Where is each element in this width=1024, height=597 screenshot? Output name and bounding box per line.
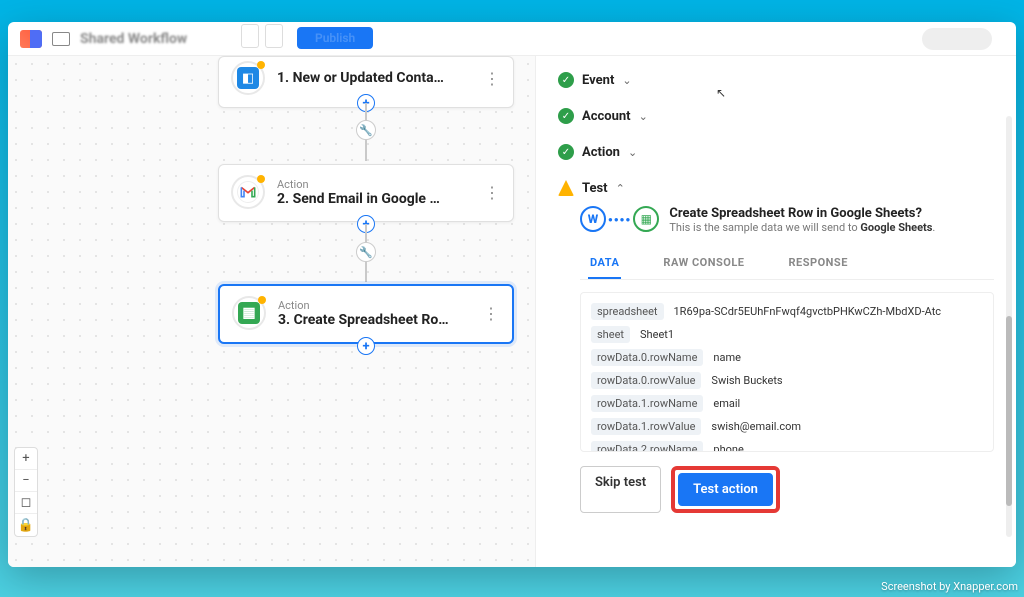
- tab-raw-console[interactable]: RAW CONSOLE: [661, 248, 746, 279]
- scrollbar-thumb[interactable]: [1006, 316, 1012, 506]
- check-icon: ✓: [558, 108, 574, 124]
- toolbar-tab[interactable]: [265, 24, 283, 48]
- tab-data[interactable]: DATA: [588, 248, 621, 279]
- test-actions: Skip test Test action: [580, 466, 994, 513]
- data-preview[interactable]: spreadsheet1R69pa-SCdr5EUhFnFwqf4gvctbPH…: [580, 292, 994, 452]
- annotation-highlight: Test action: [671, 466, 780, 513]
- data-row: rowData.2.rowNamephone: [591, 441, 983, 452]
- data-row: rowData.0.rowNamename: [591, 349, 983, 366]
- test-tabs: DATA RAW CONSOLE RESPONSE: [580, 248, 994, 280]
- data-row: rowData.1.rowValueswish@email.com: [591, 418, 983, 435]
- node-menu-icon[interactable]: ⋮: [483, 183, 501, 202]
- node-app-icon: [231, 175, 265, 209]
- zoom-controls: + − ◻ 🔒: [14, 447, 38, 537]
- section-label: Event: [582, 73, 614, 88]
- warning-icon: [558, 180, 574, 196]
- zoom-out-button[interactable]: −: [15, 470, 37, 492]
- zoom-box-icon[interactable]: ◻: [15, 492, 37, 514]
- app-icon: ◧: [237, 67, 259, 89]
- node-menu-icon[interactable]: ⋮: [482, 304, 500, 323]
- zoom-in-button[interactable]: +: [15, 448, 37, 470]
- path-settings-icon[interactable]: 🔧: [356, 242, 376, 262]
- skip-test-button[interactable]: Skip test: [580, 466, 661, 513]
- chevron-up-icon: ⌃: [616, 182, 625, 195]
- section-action[interactable]: ✓ Action ⌄: [536, 134, 1016, 170]
- test-heading: Create Spreadsheet Row in Google Sheets?: [669, 206, 935, 221]
- node-type-label: Action: [277, 178, 471, 191]
- section-test[interactable]: Test ⌃: [536, 170, 1016, 206]
- tab-response[interactable]: RESPONSE: [786, 248, 849, 279]
- workflow-title: Shared Workflow: [80, 31, 187, 47]
- section-event[interactable]: ✓ Event ⌄: [536, 62, 1016, 98]
- node-title: 3. Create Spreadsheet Ro…: [278, 312, 470, 328]
- check-icon: ✓: [558, 72, 574, 88]
- panel-scrollbar[interactable]: [1006, 116, 1012, 537]
- gmail-icon: [237, 181, 259, 203]
- section-label: Account: [582, 109, 631, 124]
- node-type-label: Action: [278, 299, 470, 312]
- app-logo-icon: [20, 30, 42, 48]
- section-account[interactable]: ✓ Account ⌄: [536, 98, 1016, 134]
- source-app-icon: W: [580, 206, 606, 232]
- step-config-panel: ✓ Event ⌄ ✓ Account ⌄ ✓ Action ⌄ Test ⌃: [536, 56, 1016, 567]
- target-app-icon: ▦: [633, 206, 659, 232]
- toolbar-tab[interactable]: [241, 24, 259, 48]
- test-section-body: W ●●●● ▦ Create Spreadsheet Row in Googl…: [536, 206, 1016, 521]
- test-action-button[interactable]: Test action: [678, 473, 773, 506]
- node-app-icon: ◧: [231, 61, 265, 95]
- workflow-canvas[interactable]: ◧ 1. New or Updated Conta… ⋮ + 🔧 Action: [8, 56, 536, 567]
- zoom-lock-icon[interactable]: 🔒: [15, 514, 37, 536]
- chevron-down-icon: ⌄: [622, 74, 631, 87]
- data-row: rowData.0.rowValueSwish Buckets: [591, 372, 983, 389]
- chevron-down-icon: ⌄: [628, 146, 637, 159]
- data-row: spreadsheet1R69pa-SCdr5EUhFnFwqf4gvctbPH…: [591, 303, 983, 320]
- node-title: 1. New or Updated Conta…: [277, 70, 471, 86]
- add-step-button[interactable]: +: [357, 337, 375, 355]
- app-chain-icon: W ●●●● ▦: [580, 206, 659, 232]
- path-settings-icon[interactable]: 🔧: [356, 120, 376, 140]
- toggle-switch[interactable]: [922, 28, 992, 50]
- data-row: rowData.1.rowNameemail: [591, 395, 983, 412]
- workflow-node-action-sheets[interactable]: ▦ Action 3. Create Spreadsheet Ro… ⋮: [218, 284, 514, 344]
- sheets-icon: ▦: [238, 302, 260, 324]
- check-icon: ✓: [558, 144, 574, 160]
- test-subheading: This is the sample data we will send to …: [669, 221, 935, 234]
- node-menu-icon[interactable]: ⋮: [483, 69, 501, 88]
- node-title: 2. Send Email in Google …: [277, 191, 471, 207]
- data-row: sheetSheet1: [591, 326, 983, 343]
- chevron-down-icon: ⌄: [639, 110, 648, 123]
- menu-icon[interactable]: [52, 32, 70, 46]
- toolbar-tabs: [241, 24, 283, 48]
- node-app-icon: ▦: [232, 296, 266, 330]
- topbar: Shared Workflow Publish: [8, 22, 1016, 56]
- section-label: Action: [582, 145, 620, 160]
- primary-button[interactable]: Publish: [297, 27, 373, 49]
- section-label: Test: [582, 181, 608, 196]
- screenshot-credit: Screenshot by Xnapper.com: [881, 580, 1018, 593]
- workflow-node-action-email[interactable]: Action 2. Send Email in Google … ⋮: [218, 164, 514, 222]
- app-window: Shared Workflow Publish ◧ 1. New or Upda…: [8, 22, 1016, 567]
